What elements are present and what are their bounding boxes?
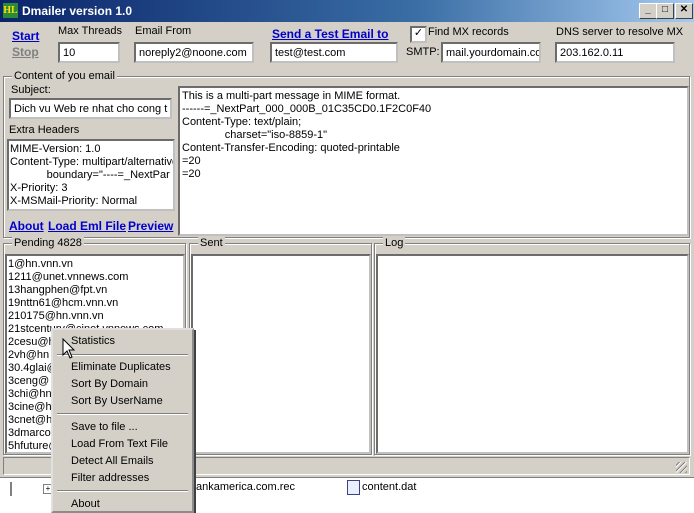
menu-item-save-to-file[interactable]: Save to file ... [71,421,138,433]
smtp-label: SMTP: [406,46,440,58]
sent-label: Sent [198,237,225,249]
test-email-input[interactable]: test@test.com [270,42,398,63]
menu-separator [57,354,188,356]
body-line: =20 [182,155,201,167]
body-line: Content-Type: text/plain; [182,116,302,128]
menu-item-sort-by-username[interactable]: Sort By UserName [71,395,163,407]
find-mx-label: Find MX records [428,26,509,38]
email-from-label: Email From [135,25,192,37]
minimize-button[interactable]: _ [639,3,657,19]
resize-grip-icon[interactable] [676,462,687,473]
checkmark-icon: ✓ [413,27,424,39]
mouse-pointer-icon [62,338,76,359]
file-icon [347,480,360,495]
pending-label: Pending 4828 [12,237,84,249]
body-line: ------=_NextPart_000_000B_01C35CD0.1F2C0… [182,103,432,115]
find-mx-checkbox[interactable]: ✓ [410,26,427,43]
menu-separator [57,413,188,415]
close-button[interactable]: ✕ [675,3,693,19]
list-item[interactable]: 1@hn.vnn.vn [8,258,182,271]
list-item[interactable]: 13hangphen@fpt.vn [8,284,182,297]
window-title: Dmailer version 1.0 [22,4,133,18]
menu-item-sort-by-domain[interactable]: Sort By Domain [71,378,148,390]
divider [10,482,12,496]
header-line: boundary="----=_NextPar [10,169,170,181]
sent-list[interactable] [191,254,371,454]
body-line: charset="iso-8859-1" [182,129,328,141]
extra-headers-label: Extra Headers [9,124,80,136]
list-item[interactable]: 210175@hn.vnn.vn [8,310,182,323]
menu-item-filter-addresses[interactable]: Filter addresses [71,472,149,484]
dns-input[interactable]: 203.162.0.11 [555,42,675,63]
log-list[interactable] [376,254,689,454]
list-item[interactable]: 1211@unet.vnnews.com [8,271,182,284]
subject-label: Subject: [11,84,51,96]
header-line: X-Priority: 3 [10,182,68,194]
max-threads-input[interactable]: 10 [58,42,120,63]
file-item[interactable]: ankamerica.com.rec [196,481,295,493]
about-link[interactable]: About [9,219,44,233]
log-label: Log [383,237,406,249]
max-threads-label: Max Threads [58,25,122,37]
menu-item-load-from-text-file[interactable]: Load From Text File [71,438,168,450]
email-body-textarea[interactable]: This is a multi-part message in MIME for… [178,86,689,236]
smtp-input[interactable]: mail.yourdomain.co [441,42,541,63]
extra-headers-textarea[interactable]: MIME-Version: 1.0 Content-Type: multipar… [7,139,175,211]
body-line: Content-Transfer-Encoding: quoted-printa… [182,142,400,154]
send-test-email-link[interactable]: Send a Test Email to [272,27,388,41]
header-line: MIME-Version: 1.0 [10,143,101,155]
menu-item-about[interactable]: About [71,498,100,510]
content-group-label: Content of you email [12,70,117,82]
menu-separator [57,490,188,492]
title-bar[interactable]: HL Dmailer version 1.0 _ □ ✕ [0,0,694,22]
menu-item-eliminate-duplicates[interactable]: Eliminate Duplicates [71,361,171,373]
body-line: =20 [182,168,201,180]
list-item[interactable]: 19nttn61@hcm.vnn.vn [8,297,182,310]
preview-link[interactable]: Preview [128,219,173,233]
dns-label: DNS server to resolve MX [556,26,684,38]
app-icon: HL [3,3,18,18]
stop-link[interactable]: Stop [12,45,39,59]
header-line: X-MSMail-Priority: Normal [10,195,138,207]
file-item[interactable]: content.dat [362,481,416,493]
menu-item-statistics[interactable]: Statistics [71,335,115,347]
start-link[interactable]: Start [12,29,39,43]
menu-item-detect-all-emails[interactable]: Detect All Emails [71,455,154,467]
maximize-button[interactable]: □ [656,3,674,19]
subject-input[interactable]: Dich vu Web re nhat cho cong t [9,98,172,119]
body-line: This is a multi-part message in MIME for… [182,90,401,102]
header-line: Content-Type: multipart/alternative [10,156,175,168]
load-eml-link[interactable]: Load Eml File [48,219,126,233]
email-from-input[interactable]: noreply2@noone.com [134,42,254,63]
